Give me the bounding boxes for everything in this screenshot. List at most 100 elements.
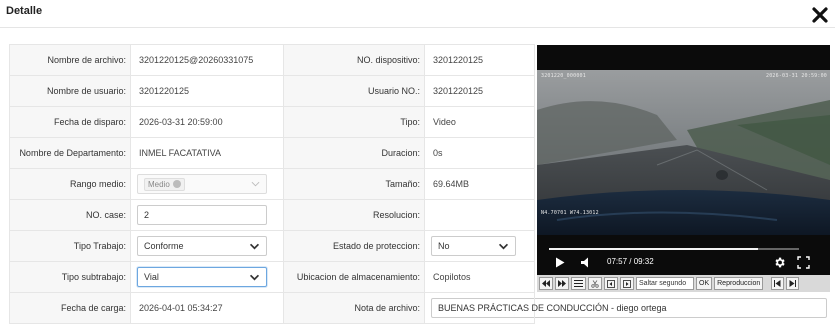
overlay-device-id: 3201220_000001	[541, 73, 586, 79]
table-row: NO. case: 2 Resolucion:	[9, 199, 535, 231]
play-icon[interactable]	[555, 257, 565, 268]
value-resolucion	[424, 199, 535, 231]
value-tipo: Video	[424, 106, 535, 138]
label-rango-medio: Rango medio:	[9, 168, 131, 200]
table-row: Fecha de disparo: 2026-03-31 20:59:00 Ti…	[9, 106, 535, 138]
close-icon[interactable]	[811, 6, 829, 24]
label-nota-archivo: Nota de archivo:	[283, 292, 425, 324]
gear-icon[interactable]	[773, 256, 786, 269]
details-table: Nombre de archivo: 3201220125@2026033107…	[9, 44, 827, 324]
chevron-down-icon	[251, 181, 260, 187]
tipo-subtrabajo-cell: Vial	[130, 261, 284, 293]
scissors-icon	[591, 279, 599, 288]
estado-proteccion-select[interactable]: No	[431, 236, 516, 256]
table-row: Fecha de carga: 2026-04-01 05:34:27 Nota…	[9, 292, 827, 324]
chevron-down-icon	[498, 243, 509, 249]
chevron-down-icon	[249, 243, 260, 249]
progress-fill	[549, 248, 758, 250]
rango-medio-cell: Medio	[130, 168, 284, 200]
value-usuario-no: 3201220125	[424, 75, 535, 107]
tipo-subtrabajo-value: Vial	[144, 272, 159, 282]
tipo-trabajo-select[interactable]: Conforme	[137, 236, 267, 256]
skip-end-icon	[789, 280, 797, 287]
table-row: Rango medio: Medio Tamaño: 69.64MB	[9, 168, 535, 200]
value-fecha-carga: 2026-04-01 05:34:27	[130, 292, 284, 324]
skip-end-button[interactable]	[786, 277, 800, 290]
video-frame[interactable]: 3201220_000001 2026-03-31 20:59:00 N4.70…	[537, 70, 830, 235]
estado-proteccion-cell: No	[424, 230, 535, 262]
fast-forward-icon	[558, 280, 566, 287]
label-duracion: Duracion:	[283, 137, 425, 169]
nota-archivo-value: BUENAS PRÁCTICAS DE CONDUCCIÓN - diego o…	[438, 303, 667, 313]
nota-archivo-input[interactable]: BUENAS PRÁCTICAS DE CONDUCCIÓN - diego o…	[431, 298, 827, 318]
progress-bar[interactable]	[549, 248, 799, 250]
rewind-icon	[542, 280, 550, 287]
table-row: Tipo Trabajo: Conforme Estado de protecc…	[9, 230, 535, 262]
overlay-gps: N4.70701 W74.13012	[541, 210, 599, 216]
label-nombre-usuario: Nombre de usuario:	[9, 75, 131, 107]
list-button[interactable]	[571, 277, 586, 290]
label-nombre-archivo: Nombre de archivo:	[9, 44, 131, 76]
label-tamano: Tamaño:	[283, 168, 425, 200]
value-fecha-disparo: 2026-03-31 20:59:00	[130, 106, 284, 138]
value-no-dispositivo: 3201220125	[424, 44, 535, 76]
fast-forward-button[interactable]	[555, 277, 569, 290]
rango-medio-tag-label: Medio	[148, 179, 170, 189]
table-row: Tipo subtrabajo: Vial Ubicacion de almac…	[9, 261, 535, 293]
player-toolbar: Saltar segundo OK Reproduccion	[537, 275, 830, 292]
no-case-value: 2	[144, 210, 150, 220]
modal-title: Detalle	[6, 5, 43, 17]
video-player[interactable]: 3201220_000001 2026-03-31 20:59:00 N4.70…	[537, 45, 830, 292]
table-row: Nombre de usuario: 3201220125 Usuario NO…	[9, 75, 535, 107]
tipo-subtrabajo-select[interactable]: Vial	[137, 267, 267, 287]
tipo-trabajo-value: Conforme	[144, 241, 184, 251]
label-usuario-no: Usuario NO.:	[283, 75, 425, 107]
rango-medio-tag: Medio	[144, 177, 185, 191]
tag-remove-icon[interactable]	[172, 180, 181, 188]
video-time: 07:57 / 09:32	[607, 257, 654, 266]
frame-forward-icon	[623, 279, 631, 288]
frame-forward-button[interactable]	[620, 277, 634, 290]
tipo-trabajo-cell: Conforme	[130, 230, 284, 262]
label-estado-proteccion: Estado de proteccion:	[283, 230, 425, 262]
label-tipo-subtrabajo: Tipo subtrabajo:	[9, 261, 131, 293]
nota-archivo-cell: BUENAS PRÁCTICAS DE CONDUCCIÓN - diego o…	[424, 292, 827, 324]
table-row: Nombre de archivo: 3201220125@2026033107…	[9, 44, 535, 76]
table-row: Nombre de Departamento: INMEL FACATATIVA…	[9, 137, 535, 169]
estado-proteccion-value: No	[438, 241, 450, 251]
close-button[interactable]	[811, 6, 829, 24]
rewind-button[interactable]	[539, 277, 553, 290]
video-controls: 07:57 / 09:32	[537, 253, 830, 273]
label-fecha-carga: Fecha de carga:	[9, 292, 131, 324]
frame-back-icon	[607, 279, 615, 288]
label-ubicacion: Ubicacion de almacenamiento:	[283, 261, 425, 293]
chevron-down-icon	[249, 274, 260, 280]
seek-seconds-input[interactable]: Saltar segundo	[636, 277, 694, 290]
modal-header: Detalle	[0, 0, 835, 28]
value-nombre-archivo: 3201220125@20260331075	[130, 44, 284, 76]
label-resolucion: Resolucion:	[283, 199, 425, 231]
cut-button[interactable]	[588, 277, 602, 290]
frame-back-button[interactable]	[604, 277, 618, 290]
label-no-case: NO. case:	[9, 199, 131, 231]
label-tipo: Tipo:	[283, 106, 425, 138]
skip-start-icon	[774, 280, 781, 287]
rango-medio-select[interactable]: Medio	[137, 174, 267, 194]
reproduccion-button[interactable]: Reproduccion	[714, 277, 764, 290]
fullscreen-icon[interactable]	[797, 256, 810, 269]
value-nombre-usuario: 3201220125	[130, 75, 284, 107]
value-duracion: 0s	[424, 137, 535, 169]
no-case-input[interactable]: 2	[137, 205, 267, 225]
skip-start-button[interactable]	[771, 277, 785, 290]
label-fecha-disparo: Fecha de disparo:	[9, 106, 131, 138]
volume-icon[interactable]	[580, 257, 592, 268]
label-tipo-trabajo: Tipo Trabajo:	[9, 230, 131, 262]
value-ubicacion: Copilotos	[424, 261, 535, 293]
value-tamano: 69.64MB	[424, 168, 535, 200]
list-icon	[574, 280, 583, 287]
overlay-timestamp: 2026-03-31 20:59:00	[766, 73, 827, 79]
value-departamento: INMEL FACATATIVA	[130, 137, 284, 169]
no-case-cell: 2	[130, 199, 284, 231]
ok-button[interactable]: OK	[696, 277, 713, 290]
label-departamento: Nombre de Departamento:	[9, 137, 131, 169]
